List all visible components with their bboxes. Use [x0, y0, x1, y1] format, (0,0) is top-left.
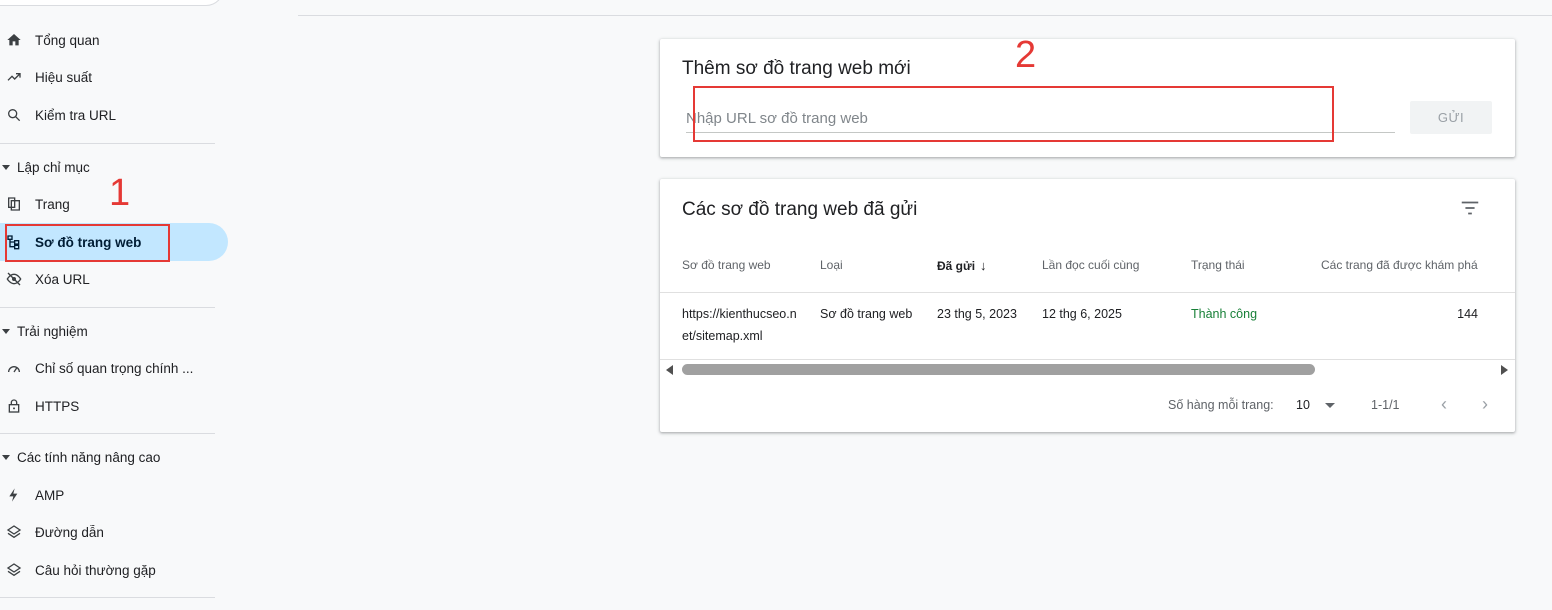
sidebar-item-label: Xóa URL	[35, 271, 90, 287]
cell-discovered: 144	[1457, 307, 1478, 321]
layers-icon	[5, 523, 23, 541]
sidebar-item-https[interactable]: HTTPS	[0, 387, 228, 425]
column-header-discovered-pages[interactable]: Các trang đã được khám phá	[1321, 258, 1478, 272]
section-title: Các tính năng nâng cao	[17, 449, 161, 465]
annotation-box-1	[5, 224, 170, 262]
filter-icon[interactable]	[1459, 197, 1481, 219]
column-header-last-read[interactable]: Lần đọc cuối cùng	[1042, 258, 1139, 272]
sidebar-item-breadcrumbs[interactable]: Đường dẫn	[0, 513, 228, 551]
sidebar-item-label: Chỉ số quan trọng chính ...	[35, 360, 194, 376]
sidebar-item-url-inspection[interactable]: Kiểm tra URL	[0, 96, 228, 134]
next-page-button[interactable]: ›	[1475, 393, 1495, 415]
divider	[0, 307, 215, 308]
sidebar-item-removals[interactable]: Xóa URL	[0, 260, 228, 298]
sidebar-item-label: Hiệu suất	[35, 69, 93, 85]
section-indexing[interactable]: Lập chỉ mục	[0, 152, 90, 182]
rows-per-page-select[interactable]: 10	[1296, 398, 1310, 412]
divider	[0, 143, 215, 144]
column-header-submitted[interactable]: Đã gửi ↓	[937, 258, 987, 273]
submit-button[interactable]: GỬI	[1410, 101, 1492, 134]
column-header-type[interactable]: Loại	[820, 258, 843, 272]
annotation-label-2: 2	[1015, 34, 1037, 76]
sidebar-item-label: Kiểm tra URL	[35, 107, 117, 123]
lock-icon	[5, 397, 23, 415]
bolt-icon	[5, 486, 23, 504]
cell-status: Thành công	[1191, 307, 1258, 321]
speed-icon	[5, 359, 23, 377]
add-sitemap-title: Thêm sơ đồ trang web mới	[682, 58, 911, 79]
previous-page-button[interactable]: ‹	[1434, 393, 1454, 415]
row-divider	[660, 359, 1515, 360]
sidebar: Tổng quan Hiệu suất Kiểm tra URL Lập chỉ…	[0, 0, 232, 610]
pagination-range: 1-1/1	[1371, 398, 1400, 412]
section-title: Lập chỉ mục	[17, 159, 90, 175]
column-header-label: Đã gửi	[937, 259, 976, 273]
scroll-left-icon[interactable]	[666, 365, 673, 375]
sidebar-item-core-web-vitals[interactable]: Chỉ số quan trọng chính ...	[0, 349, 228, 387]
sidebar-item-label: Đường dẫn	[35, 524, 104, 540]
submitted-sitemaps-card: Các sơ đồ trang web đã gửi Sơ đồ trang w…	[660, 179, 1515, 432]
section-experience[interactable]: Trải nghiệm	[0, 316, 88, 346]
annotation-box-2	[693, 86, 1334, 142]
sidebar-item-faq[interactable]: Câu hỏi thường gặp	[0, 551, 228, 589]
property-selector[interactable]	[0, 0, 224, 6]
header-divider	[298, 15, 1552, 16]
sidebar-item-label: HTTPS	[35, 398, 80, 414]
sidebar-item-amp[interactable]: AMP	[0, 476, 228, 514]
layers-icon	[5, 561, 23, 579]
caret-down-icon	[2, 164, 10, 170]
cell-sitemap-url[interactable]: https://kienthucseo.net/sitemap.xml	[682, 303, 802, 347]
scrollbar-thumb[interactable]	[682, 364, 1315, 375]
cell-last-read: 12 thg 6, 2025	[1042, 307, 1122, 321]
sidebar-item-overview[interactable]: Tổng quan	[0, 21, 228, 59]
cell-type: Sơ đồ trang web	[820, 307, 913, 321]
divider	[0, 433, 215, 434]
section-title: Trải nghiệm	[17, 323, 88, 339]
row-divider	[660, 292, 1515, 293]
divider	[0, 597, 215, 598]
sidebar-item-label: Trang	[35, 196, 70, 212]
annotation-label-1: 1	[109, 172, 131, 214]
caret-down-icon	[2, 454, 10, 460]
visibility-off-icon	[5, 270, 23, 288]
rows-per-page-label: Số hàng mỗi trang:	[1168, 398, 1274, 412]
home-icon	[5, 31, 23, 49]
submitted-sitemaps-title: Các sơ đồ trang web đã gửi	[682, 199, 918, 220]
section-enhancements[interactable]: Các tính năng nâng cao	[0, 442, 160, 472]
arrow-down-icon: ↓	[980, 258, 987, 273]
sidebar-item-label: Tổng quan	[35, 32, 100, 48]
sidebar-item-performance[interactable]: Hiệu suất	[0, 58, 228, 96]
column-header-status[interactable]: Trạng thái	[1191, 258, 1245, 272]
caret-down-icon	[2, 328, 10, 334]
horizontal-scrollbar[interactable]	[664, 363, 1510, 377]
trending-up-icon	[5, 68, 23, 86]
column-header-sitemap[interactable]: Sơ đồ trang web	[682, 258, 771, 272]
sidebar-item-label: AMP	[35, 487, 65, 503]
cell-submitted: 23 thg 5, 2023	[937, 307, 1017, 321]
search-icon	[5, 106, 23, 124]
chevron-down-icon[interactable]	[1325, 403, 1335, 408]
sidebar-item-label: Câu hỏi thường gặp	[35, 562, 156, 578]
scroll-right-icon[interactable]	[1501, 365, 1508, 375]
pages-icon	[5, 195, 23, 213]
